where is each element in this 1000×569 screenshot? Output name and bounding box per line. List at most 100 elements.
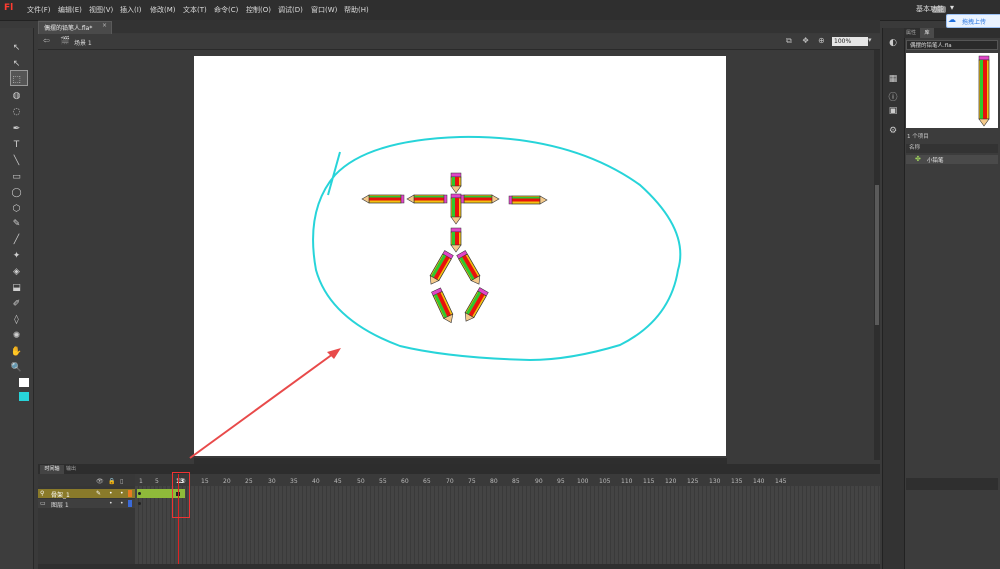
- tab-properties[interactable]: 属性: [906, 29, 916, 36]
- lock-icon[interactable]: 🔒: [108, 478, 115, 485]
- tab-timeline[interactable]: 时间轴: [40, 465, 64, 474]
- eraser-tool-icon[interactable]: ◊: [0, 312, 33, 328]
- scene-label[interactable]: 场景 1: [74, 38, 92, 47]
- layer-icon: ▭: [40, 500, 46, 507]
- frame-number: 5: [155, 478, 159, 485]
- frame-number: 140: [753, 478, 765, 485]
- layer-name[interactable]: 图层 1: [51, 500, 69, 509]
- timeline-tab-bar: [38, 464, 880, 474]
- armature-layer-icon: ⚲: [40, 490, 45, 497]
- tab-library[interactable]: 库: [920, 28, 934, 38]
- line-tool-icon[interactable]: ╲: [0, 153, 33, 169]
- text-tool-icon[interactable]: T: [0, 137, 33, 153]
- paint-bucket-tool-icon[interactable]: ⬓: [0, 280, 33, 296]
- layer-name[interactable]: 骨架_1: [51, 490, 70, 499]
- pencil-tool-icon[interactable]: ✎: [0, 216, 33, 232]
- menu-window[interactable]: 窗口(W): [311, 5, 337, 15]
- keyframe[interactable]: [138, 492, 141, 495]
- layer-color-swatch[interactable]: [128, 490, 132, 497]
- deco-tool-icon[interactable]: ✦: [0, 248, 33, 264]
- tab-output[interactable]: 输出: [66, 465, 76, 474]
- app-logo: Fl: [4, 3, 14, 13]
- cloud-upload-label: 拖拽上传: [962, 19, 987, 26]
- layer-lock-dot[interactable]: •: [120, 500, 124, 507]
- chevron-down-icon[interactable]: ▾: [868, 36, 872, 44]
- polystar-tool-icon[interactable]: ⬡: [0, 201, 33, 217]
- fill-color-swatch[interactable]: [19, 392, 29, 401]
- 3d-rotation-tool-icon[interactable]: ◍: [0, 88, 33, 104]
- frame-number: 125: [687, 478, 699, 485]
- info-icon[interactable]: ⓘ: [885, 90, 901, 103]
- layer-lock-dot[interactable]: •: [120, 490, 124, 497]
- lasso-tool-icon[interactable]: ◌: [0, 104, 33, 120]
- edit-symbol-icon[interactable]: ❖: [802, 36, 809, 45]
- frame-number: 15: [201, 478, 209, 485]
- frame-number: 60: [401, 478, 409, 485]
- frame-number: 1: [139, 478, 143, 485]
- frames-grid[interactable]: [135, 486, 880, 569]
- vertical-scroll-thumb[interactable]: [875, 185, 879, 325]
- frame-number: 25: [245, 478, 253, 485]
- library-document-select[interactable]: 偶摆的铅笔人.fla: [906, 40, 998, 50]
- menu-modify[interactable]: 修改(M): [150, 5, 176, 15]
- back-arrow-icon[interactable]: ⇦: [43, 36, 50, 45]
- menu-debug[interactable]: 调试(D): [278, 5, 303, 15]
- edit-scene-icon[interactable]: ⧉: [786, 36, 792, 46]
- zoom-input[interactable]: 100%: [832, 37, 868, 46]
- frame-number: 115: [643, 478, 655, 485]
- close-icon[interactable]: ×: [102, 22, 107, 29]
- frame-number: 135: [731, 478, 743, 485]
- frame-number: 120: [665, 478, 677, 485]
- eye-icon[interactable]: 👁: [96, 478, 104, 485]
- stage[interactable]: [194, 56, 726, 456]
- menu-commands[interactable]: 命令(C): [214, 5, 238, 15]
- menu-help[interactable]: 帮助(H): [344, 5, 369, 15]
- frame-number: 45: [334, 478, 342, 485]
- align-icon[interactable]: ▦: [885, 74, 901, 84]
- keyframe[interactable]: [138, 502, 141, 505]
- library-toolbar[interactable]: [906, 478, 998, 490]
- frame-number: 65: [423, 478, 431, 485]
- free-transform-tool-icon[interactable]: ⬚: [0, 72, 33, 88]
- frame-number: 40: [312, 478, 320, 485]
- layer-visible-dot[interactable]: •: [109, 490, 113, 497]
- library-name-column-header[interactable]: 名称: [906, 144, 998, 153]
- rectangle-tool-icon[interactable]: ▭: [0, 169, 33, 185]
- menu-insert[interactable]: 插入(I): [120, 5, 142, 15]
- menu-view[interactable]: 视图(V): [89, 5, 113, 15]
- pen-tool-icon[interactable]: ✒: [0, 121, 33, 137]
- menu-control[interactable]: 控制(O): [246, 5, 271, 15]
- subselection-tool-icon[interactable]: ↖: [0, 56, 33, 72]
- oval-tool-icon[interactable]: ◯: [0, 185, 33, 201]
- frame-number: 95: [557, 478, 565, 485]
- chevron-down-icon[interactable]: ▾: [950, 3, 954, 12]
- color-icon[interactable]: ◐: [885, 38, 901, 48]
- workspace-switcher[interactable]: 基本功能: [916, 4, 944, 14]
- frame-number: 55: [379, 478, 387, 485]
- zoom-tool-icon[interactable]: 🔍: [0, 360, 33, 376]
- library-item-count: 1 个项目: [907, 134, 929, 140]
- cloud-icon: ☁: [948, 15, 956, 24]
- menu-text[interactable]: 文本(T): [183, 5, 207, 15]
- transform-icon[interactable]: ▣: [885, 106, 901, 116]
- selection-tool-icon[interactable]: ↖: [0, 40, 33, 56]
- layer-visible-dot[interactable]: •: [109, 500, 113, 507]
- bone-tool-icon[interactable]: ◈: [0, 264, 33, 280]
- eyedropper-tool-icon[interactable]: ✐: [0, 296, 33, 312]
- brush-tool-icon[interactable]: ╱: [0, 232, 33, 248]
- layer-color-swatch[interactable]: [128, 500, 132, 507]
- bind-tool-icon[interactable]: ✺: [0, 328, 33, 344]
- stroke-color-swatch[interactable]: [19, 378, 29, 387]
- center-stage-icon[interactable]: ⊕: [818, 36, 825, 45]
- outline-icon[interactable]: ▯: [120, 478, 123, 485]
- frame-number: 100: [577, 478, 589, 485]
- frame-number: 50: [357, 478, 365, 485]
- frame-number: 130: [709, 478, 721, 485]
- timeline-controls[interactable]: [38, 564, 880, 569]
- menu-edit[interactable]: 编辑(E): [58, 5, 82, 15]
- hand-tool-icon[interactable]: ✋: [0, 344, 33, 360]
- frame-number: 30: [268, 478, 276, 485]
- frame-number: 35: [290, 478, 298, 485]
- code-snippets-icon[interactable]: ⚙: [885, 126, 901, 136]
- menu-file[interactable]: 文件(F): [27, 5, 51, 15]
